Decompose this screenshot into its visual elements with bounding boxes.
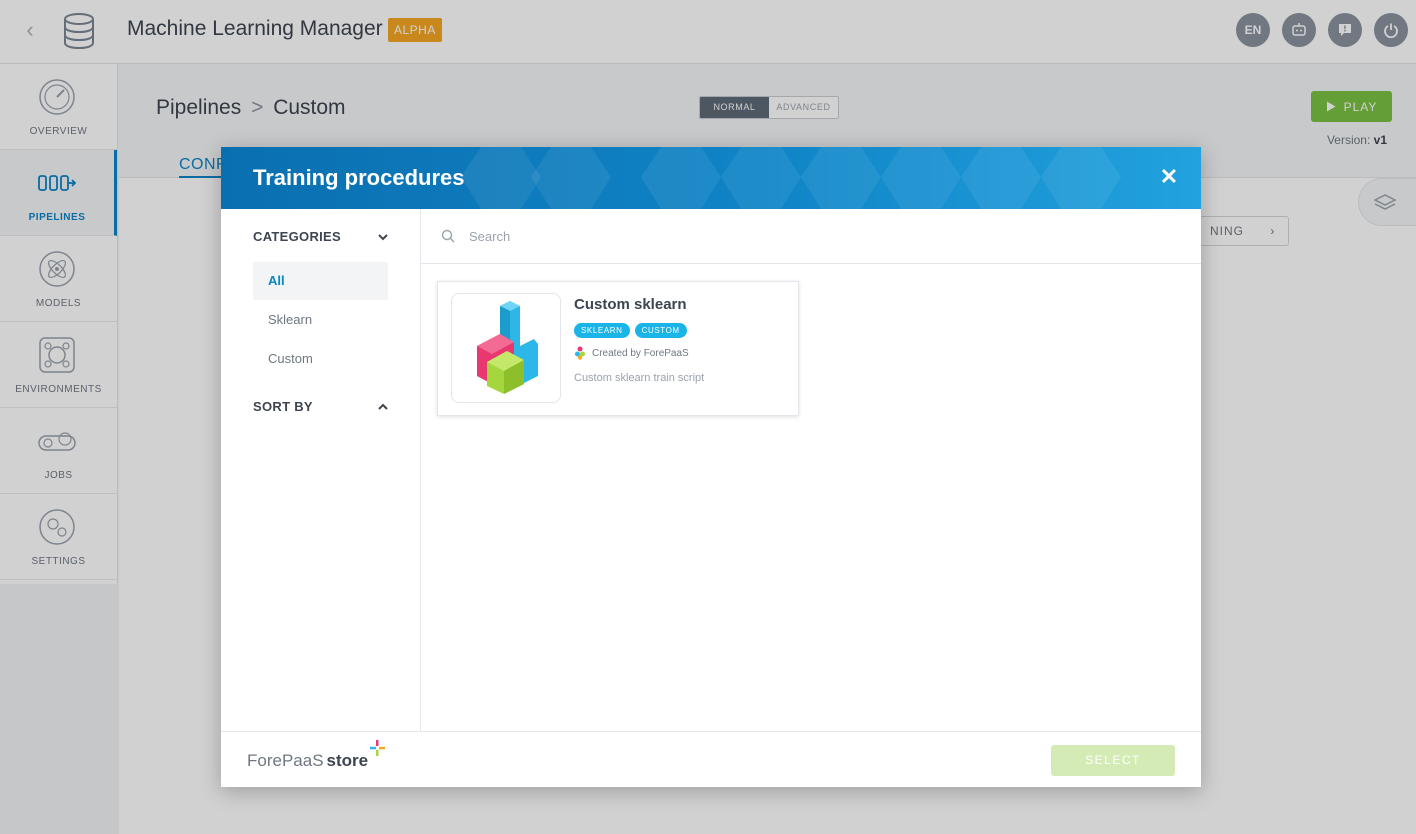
card-description: Custom sklearn train script <box>574 372 705 384</box>
category-sklearn[interactable]: Sklearn <box>253 301 388 339</box>
procedure-thumbnail <box>451 293 561 403</box>
modal-header: Training procedures ✕ <box>221 147 1201 209</box>
tag-custom: CUSTOM <box>634 323 687 338</box>
category-custom[interactable]: Custom <box>253 340 388 378</box>
procedure-card[interactable]: Custom sklearn SKLEARN CUSTOM Created by… <box>437 281 799 416</box>
store-label: store <box>326 751 369 770</box>
author-text: Created by ForePaaS <box>592 347 689 359</box>
modal-title: Training procedures <box>253 165 465 190</box>
chevron-up-icon[interactable] <box>376 400 390 414</box>
cubes-icon <box>477 301 538 394</box>
card-author: Created by ForePaaS <box>574 346 689 360</box>
tag-sklearn: SKLEARN <box>574 323 630 338</box>
search-icon <box>441 229 455 243</box>
select-button[interactable]: SELECT <box>1051 745 1175 776</box>
close-icon[interactable]: ✕ <box>1157 165 1181 189</box>
sort-by-title[interactable]: SORT BY <box>253 399 313 414</box>
search-bar <box>421 209 1201 264</box>
card-title: Custom sklearn <box>574 296 687 313</box>
card-tags: SKLEARN CUSTOM <box>574 323 687 338</box>
store-brand: ForePaaS <box>247 751 324 770</box>
category-all[interactable]: All <box>253 262 388 300</box>
categories-title[interactable]: CATEGORIES <box>253 229 341 244</box>
chevron-down-icon[interactable] <box>376 230 390 244</box>
modal-footer: ForePaaS store SELECT <box>221 731 1201 787</box>
forepaas-store-logo: ForePaaS store <box>247 740 386 771</box>
filter-pane: CATEGORIES All Sklearn Custom SORT BY <box>221 209 421 731</box>
store-plus-icon <box>370 740 386 756</box>
search-input[interactable] <box>469 223 1169 249</box>
training-procedures-modal: Training procedures ✕ CATEGORIES All Skl… <box>221 147 1201 787</box>
forepaas-logo-icon <box>575 346 585 360</box>
